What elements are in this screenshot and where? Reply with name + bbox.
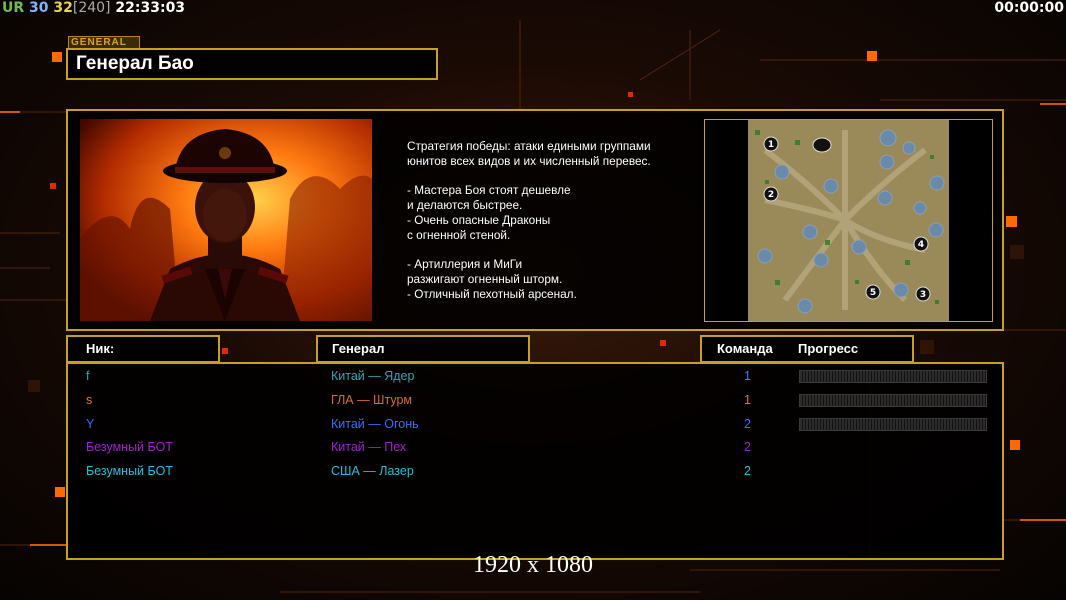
strategy-line: - Мастера Боя стоят дешевле — [407, 183, 571, 198]
player-nick: f — [86, 369, 90, 383]
hud-clock: 22:33:03 — [115, 0, 186, 16]
player-team: 1 — [744, 369, 751, 383]
header-progress-label: Прогресс — [798, 341, 859, 356]
hud-count-1: 30 — [29, 0, 49, 16]
player-nick: Y — [86, 416, 95, 431]
map-slot: 1 — [768, 140, 774, 150]
player-progress-bar — [799, 370, 987, 383]
player-progress-bar — [799, 417, 987, 431]
map-slot: 3 — [920, 290, 926, 300]
strategy-line — [407, 243, 707, 258]
general-name: Генерал Бао — [76, 53, 194, 74]
player-row[interactable]: Y Китай — Огонь 2 — [68, 414, 1002, 436]
player-row[interactable]: Безумный БОТ Китай — Пех 2 — [68, 437, 1002, 459]
header-nick: Ник: — [66, 335, 220, 363]
general-info-panel: Стратегия победы: атаки едиными группами… — [66, 109, 1004, 331]
player-general: Китай — Огонь — [331, 416, 419, 431]
strategy-line: - Отличный пехотный арсенал. — [407, 286, 577, 301]
player-row[interactable]: s ГЛА — Штурм 1 — [68, 390, 1002, 412]
player-general: ГЛА — Штурм — [331, 392, 413, 407]
player-general: Китай — Пех — [331, 440, 407, 455]
map-slot: 2 — [768, 190, 774, 200]
player-team: 1 — [744, 392, 751, 407]
player-nick: Безумный БОТ — [86, 464, 173, 479]
map-slot: 5 — [870, 288, 876, 298]
player-team: 2 — [744, 416, 751, 431]
header-general: Генерал — [316, 335, 530, 363]
strategy-line: юнитов всех видов и их численный перевес… — [407, 153, 651, 168]
general-portrait — [80, 119, 372, 321]
resolution-caption: 1920 x 1080 — [473, 552, 593, 578]
hud-count-2: 32 — [53, 0, 73, 16]
map-slot: 4 — [918, 240, 924, 250]
header-team-progress: Команда Прогресс — [700, 335, 914, 363]
header-nick-label: Ник: — [86, 341, 115, 356]
hud-ur: UR — [2, 0, 25, 16]
strategy-line: - Очень опасные Драконы — [407, 212, 551, 227]
player-nick: s — [86, 392, 93, 407]
general-title-box: Генерал Бао — [66, 48, 438, 80]
players-panel: f Китай — Ядер 1 s ГЛА — Штурм 1 Y Китай — Огон… — [66, 362, 1004, 560]
player-row[interactable]: f Китай — Ядер 1 — [68, 366, 1002, 388]
game-timer: 00:00:00 — [994, 0, 1064, 16]
player-general: США — Лазер — [331, 464, 414, 479]
header-team-label: Команда — [717, 341, 773, 356]
player-team: 2 — [744, 464, 751, 479]
player-progress-bar — [799, 393, 987, 407]
player-nick: Безумный БОТ — [86, 440, 173, 455]
player-team: 2 — [744, 440, 751, 455]
map-preview[interactable]: 1 2 3 4 5 — [704, 119, 993, 322]
strategy-line — [407, 169, 707, 184]
strategy-line: Стратегия победы: атаки едиными группами — [407, 139, 651, 153]
player-row[interactable]: Безумный БОТ США — Лазер 2 — [68, 461, 1002, 483]
strategy-line: - Артиллерия и МиГи — [407, 257, 523, 272]
strategy-line: разжигают огненный шторм. — [407, 272, 563, 287]
header-general-label: Генерал — [332, 341, 385, 356]
strategy-text: Стратегия победы: атаки едиными группами… — [407, 139, 707, 302]
strategy-line: и делаются быстрее. — [407, 198, 523, 213]
strategy-line: с огненной стеной. — [407, 227, 511, 242]
hud-stats: UR 30 32[240] 22:33:03 — [2, 0, 185, 16]
hud-bracket: [240] — [72, 0, 111, 16]
player-general: Китай — Ядер — [331, 369, 415, 383]
